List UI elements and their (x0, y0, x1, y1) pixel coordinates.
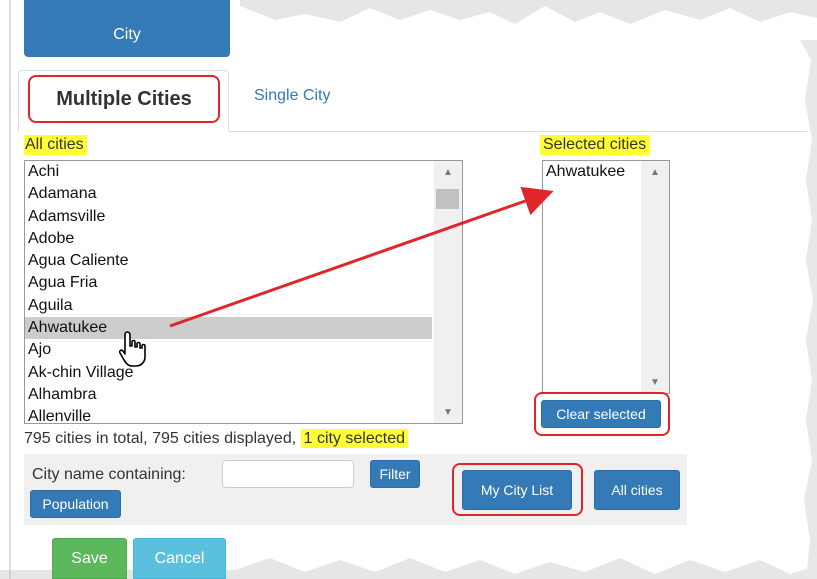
city-button[interactable]: City (24, 0, 230, 57)
scroll-down-icon[interactable]: ▼ (434, 403, 462, 421)
list-item[interactable]: Alhambra (25, 384, 462, 406)
save-button[interactable]: Save (52, 538, 127, 579)
list-item[interactable]: Aguila (25, 295, 462, 317)
scroll-up-icon[interactable]: ▲ (641, 163, 669, 181)
scrollbar-thumb[interactable] (436, 189, 459, 209)
cities-summary: 795 cities in total, 795 cities displaye… (24, 429, 408, 448)
cancel-button[interactable]: Cancel (133, 538, 226, 579)
clear-selected-button[interactable]: Clear selected (541, 400, 661, 428)
list-item[interactable]: Ak-chin Village (25, 362, 462, 384)
list-item[interactable]: Achi (25, 161, 462, 183)
hand-cursor-icon (118, 331, 146, 367)
list-item[interactable]: Agua Caliente (25, 250, 462, 272)
all-cities-button[interactable]: All cities (594, 470, 680, 510)
list-item[interactable]: Ajo (25, 339, 462, 361)
list-item[interactable]: Adamana (25, 183, 462, 205)
tab-single-city[interactable]: Single City (254, 87, 330, 105)
filter-button[interactable]: Filter (370, 460, 420, 488)
list-item[interactable]: Adobe (25, 228, 462, 250)
list-item[interactable]: Allenville (25, 406, 462, 423)
list-item[interactable]: Agua Fria (25, 272, 462, 294)
tab-multiple-cities-label[interactable]: Multiple Cities (28, 75, 220, 123)
all-cities-scrollbar[interactable]: ▲ ▼ (434, 161, 462, 423)
cities-selected-count: 1 city selected (300, 429, 408, 448)
city-name-filter-input[interactable] (222, 460, 354, 488)
scroll-up-icon[interactable]: ▲ (434, 163, 462, 181)
all-cities-label: All cities (24, 135, 87, 155)
list-item[interactable]: Adamsville (25, 206, 462, 228)
selected-cities-scrollbar[interactable]: ▲ ▼ (641, 161, 669, 393)
selected-cities-label: Selected cities (540, 135, 651, 155)
all-cities-listbox[interactable]: Achi Adamana Adamsville Adobe Agua Calie… (24, 160, 463, 424)
cities-count-text: 795 cities in total, 795 cities displaye… (24, 430, 297, 447)
filter-bar (24, 454, 687, 525)
city-name-filter-label: City name containing: (32, 466, 186, 483)
my-city-list-button[interactable]: My City List (462, 470, 572, 510)
selected-cities-listbox[interactable]: Ahwatukee ▲ ▼ (542, 160, 670, 394)
population-button[interactable]: Population (30, 490, 121, 518)
list-item-selected[interactable]: Ahwatukee (25, 317, 432, 340)
scroll-down-icon[interactable]: ▼ (641, 373, 669, 391)
